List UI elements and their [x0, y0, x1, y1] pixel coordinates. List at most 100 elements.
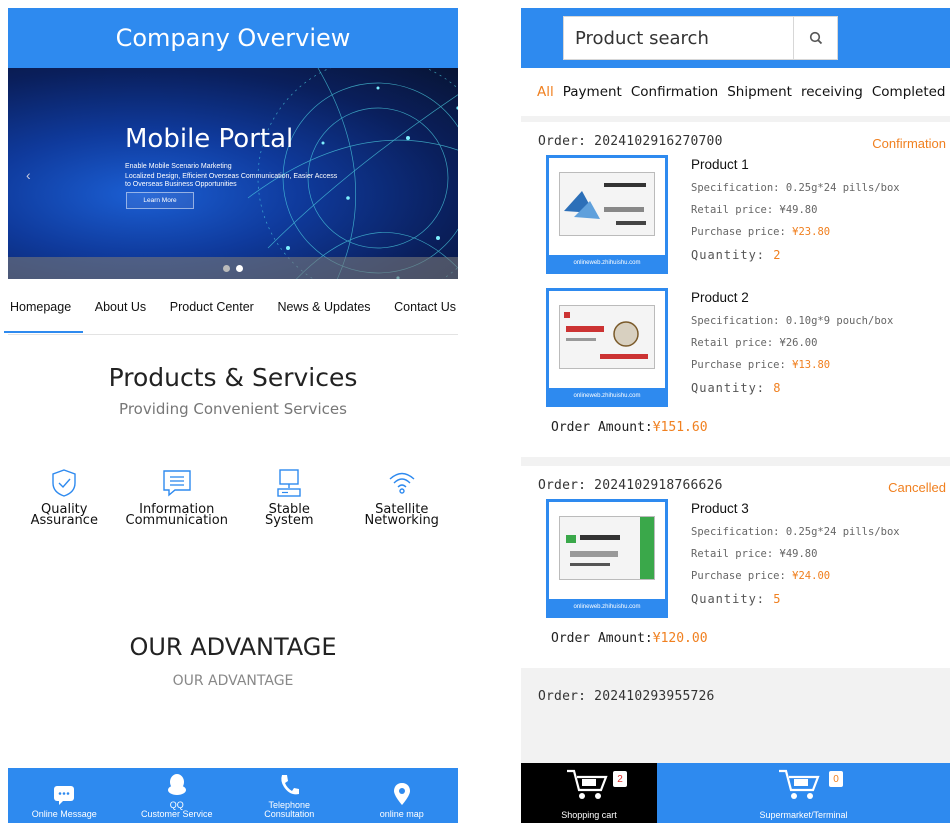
carousel-indicator	[8, 257, 458, 279]
medicine-box-image	[559, 516, 655, 580]
feature-label: Quality Assurance	[30, 502, 98, 528]
section-subtitle: Providing Convenient Services	[119, 400, 347, 418]
order-card[interactable]: Order: 202410293955726	[521, 677, 950, 737]
product-retail-price: Retail price: ¥49.80	[691, 204, 818, 216]
phone-icon	[281, 775, 300, 795]
product-purchase-price: Purchase price: ¥13.80	[691, 359, 831, 371]
bottom-nav: Online Message QQ Customer Service Telep…	[8, 768, 458, 823]
tab-all[interactable]: All	[537, 84, 554, 100]
map-pin-icon	[393, 783, 410, 805]
order-card[interactable]: Order: 2024102916270700 Confirmation onl…	[521, 122, 950, 457]
footer-label: Online Message	[31, 809, 97, 819]
online-map-button[interactable]: online map	[352, 782, 452, 819]
product-quantity: Quantity: 5	[691, 592, 782, 606]
tab-completed[interactable]: Completed	[872, 84, 946, 100]
product-quantity: Quantity: 2	[691, 248, 782, 262]
tab-confirmation[interactable]: Confirmation	[631, 84, 718, 100]
search-icon	[809, 31, 822, 45]
shopping-cart-button[interactable]: 2 Shopping cart	[521, 763, 657, 823]
feature-quality-assurance[interactable]: Quality Assurance	[9, 468, 119, 528]
feature-label: Information Communication	[125, 502, 228, 528]
search-header: Product search	[521, 8, 950, 68]
product-purchase-price: Purchase price: ¥23.80	[691, 226, 831, 238]
shopping-cart-icon	[567, 769, 608, 799]
chat-bubble-icon	[54, 786, 75, 805]
left-phone-screen: Company Overview ‹ Mobile Portal Enable …	[3, 8, 458, 823]
carousel-dot-active[interactable]	[236, 264, 243, 272]
page-title: Company Overview	[115, 24, 351, 52]
right-phone-screen: Product search All Payment Confirmation …	[521, 8, 950, 823]
medicine-box-image	[559, 172, 655, 236]
footer-label: QQ Customer Service	[140, 800, 213, 819]
feature-label: Satellite Networking	[364, 502, 439, 528]
product-purchase-price: Purchase price: ¥24.00	[691, 570, 831, 582]
main-nav: Homepage About Us Product Center News & …	[3, 279, 458, 335]
search-input[interactable]: Product search	[564, 17, 793, 59]
advantage-subtitle: OUR ADVANTAGE	[172, 673, 294, 689]
wifi-icon	[389, 472, 415, 494]
terminal-label: Supermarket/Terminal	[759, 810, 848, 820]
order-card[interactable]: Order: 2024102918766626 Cancelled online…	[521, 466, 950, 668]
banner-prev-arrow[interactable]: ‹	[26, 167, 31, 183]
cart-label: Shopping cart	[561, 810, 617, 820]
banner-subtitle-1: Enable Mobile Scenario Marketing	[125, 163, 232, 170]
product-retail-price: Retail price: ¥26.00	[691, 337, 818, 349]
banner-title: Mobile Portal	[125, 124, 294, 154]
image-watermark: onlineweb.zhihuishu.com	[549, 388, 665, 404]
hero-banner[interactable]: ‹ Mobile Portal Enable Mobile Scenario M…	[8, 68, 458, 279]
supermarket-terminal-button[interactable]: 0 Supermarket/Terminal	[657, 763, 950, 823]
header: Company Overview	[8, 8, 458, 68]
nav-homepage[interactable]: Homepage	[3, 300, 84, 333]
nav-news-updates[interactable]: News & Updates	[277, 300, 370, 314]
order-list: Order: 2024102916270700 Confirmation onl…	[521, 116, 950, 823]
nav-product-center[interactable]: Product Center	[170, 300, 254, 314]
terminal-count-badge: 0	[829, 771, 843, 787]
feature-information-communication[interactable]: Information Communication	[122, 468, 232, 528]
tab-receiving[interactable]: receiving	[801, 84, 863, 100]
search-box: Product search	[563, 16, 838, 60]
search-button[interactable]	[793, 17, 837, 59]
product-image: onlineweb.zhihuishu.com	[546, 155, 668, 274]
qq-customer-service-button[interactable]: QQ Customer Service	[127, 773, 227, 819]
feature-stable-system[interactable]: Stable System	[234, 468, 344, 528]
image-watermark: onlineweb.zhihuishu.com	[549, 255, 665, 271]
product-image: onlineweb.zhihuishu.com	[546, 499, 668, 618]
product-item[interactable]: onlineweb.zhihuishu.com Product 1 Specif…	[538, 149, 950, 282]
banner-subtitle-2: Localized Design, Efficient Overseas Com…	[125, 173, 338, 188]
product-name: Product 3	[691, 501, 749, 516]
nav-contact-us[interactable]: Contact Us	[394, 300, 456, 314]
feature-satellite-networking[interactable]: Satellite Networking	[347, 468, 457, 528]
tab-payment[interactable]: Payment	[563, 84, 622, 100]
carousel-dot[interactable]	[223, 264, 230, 272]
tab-shipment[interactable]: Shipment	[727, 84, 792, 100]
product-image: onlineweb.zhihuishu.com	[546, 288, 668, 407]
online-message-button[interactable]: Online Message	[14, 784, 114, 819]
telephone-consultation-button[interactable]: Telephone Consultation	[239, 773, 339, 819]
product-item[interactable]: onlineweb.zhihuishu.com Product 2 Specif…	[538, 282, 950, 415]
image-watermark: onlineweb.zhihuishu.com	[549, 599, 665, 615]
shield-check-icon	[52, 469, 76, 497]
product-spec: Specification: 0.25g*24 pills/box	[691, 182, 900, 194]
product-spec: Specification: 0.10g*9 pouch/box	[691, 315, 894, 327]
product-spec: Specification: 0.25g*24 pills/box	[691, 526, 900, 538]
bottom-bar: 2 Shopping cart 0 Supermarket/Terminal	[521, 763, 950, 823]
feature-label: Stable System	[265, 502, 314, 528]
section-title: Products & Services	[108, 363, 358, 392]
footer-label: Telephone Consultation	[264, 800, 315, 819]
feature-list: Quality Assurance Information Communicat…	[8, 468, 458, 528]
computer-icon	[277, 469, 301, 497]
cart-count-badge: 2	[613, 771, 627, 787]
order-number: Order: 202410293955726	[538, 689, 715, 704]
nav-about-us[interactable]: About Us	[95, 300, 146, 314]
medicine-box-image	[559, 305, 655, 369]
learn-more-button[interactable]: Learn More	[126, 192, 194, 209]
footer-label: online map	[379, 809, 424, 819]
qq-penguin-icon	[167, 774, 186, 795]
message-list-icon	[163, 470, 191, 497]
order-status-tabs: All Payment Confirmation Shipment receiv…	[521, 68, 950, 116]
product-name: Product 2	[691, 290, 749, 305]
order-amount: Order Amount:¥151.60	[551, 420, 708, 435]
advantage-title: OUR ADVANTAGE	[129, 633, 337, 661]
product-item[interactable]: onlineweb.zhihuishu.com Product 3 Specif…	[538, 493, 950, 626]
cart-icon	[779, 769, 820, 799]
